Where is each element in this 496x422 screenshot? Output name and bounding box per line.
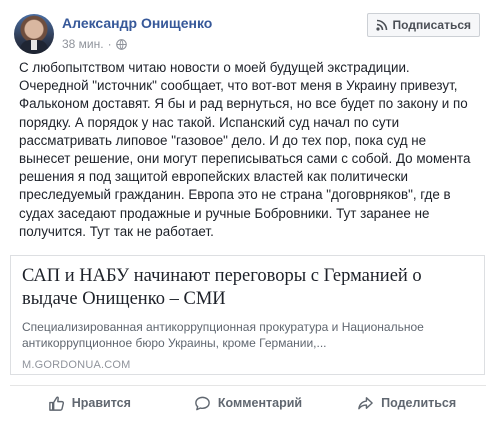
like-label: Нравится [71,396,131,410]
globe-icon[interactable] [115,38,127,50]
actions-divider [10,385,486,386]
link-preview-card[interactable]: САП и НАБУ начинают переговоры с Германи… [10,255,485,375]
post-header: Александр Онищенко 38 мин. · Подписаться [8,8,488,56]
meta-separator: · [107,37,112,51]
comment-label: Комментарий [217,396,303,410]
avatar-shirt [31,40,37,50]
rss-icon [375,19,387,31]
post-time[interactable]: 38 мин. [62,37,104,51]
avatar[interactable] [14,14,54,54]
link-title[interactable]: САП и НАБУ начинают переговоры с Германи… [22,265,477,311]
link-description: Специализированная антикоррупционная про… [22,320,424,350]
post-text: С любопытством читаю новости о моей буду… [19,60,471,239]
like-button[interactable]: Нравится [10,388,169,418]
subscribe-button[interactable]: Подписаться [366,13,480,37]
link-domain: M.GORDONUA.COM [22,359,131,371]
comment-button[interactable]: Комментарий [169,388,328,418]
post-meta: 38 мин. · [62,37,127,51]
share-label: Поделиться [381,396,457,410]
thumbs-up-icon [48,396,64,411]
comment-icon [195,396,210,410]
share-button[interactable]: Поделиться [327,388,486,418]
post-actions: Нравится Комментарий Поделиться [10,388,486,418]
subscribe-label: Подписаться [392,18,471,32]
share-icon [358,396,373,409]
author-name[interactable]: Александр Онищенко [62,15,212,31]
